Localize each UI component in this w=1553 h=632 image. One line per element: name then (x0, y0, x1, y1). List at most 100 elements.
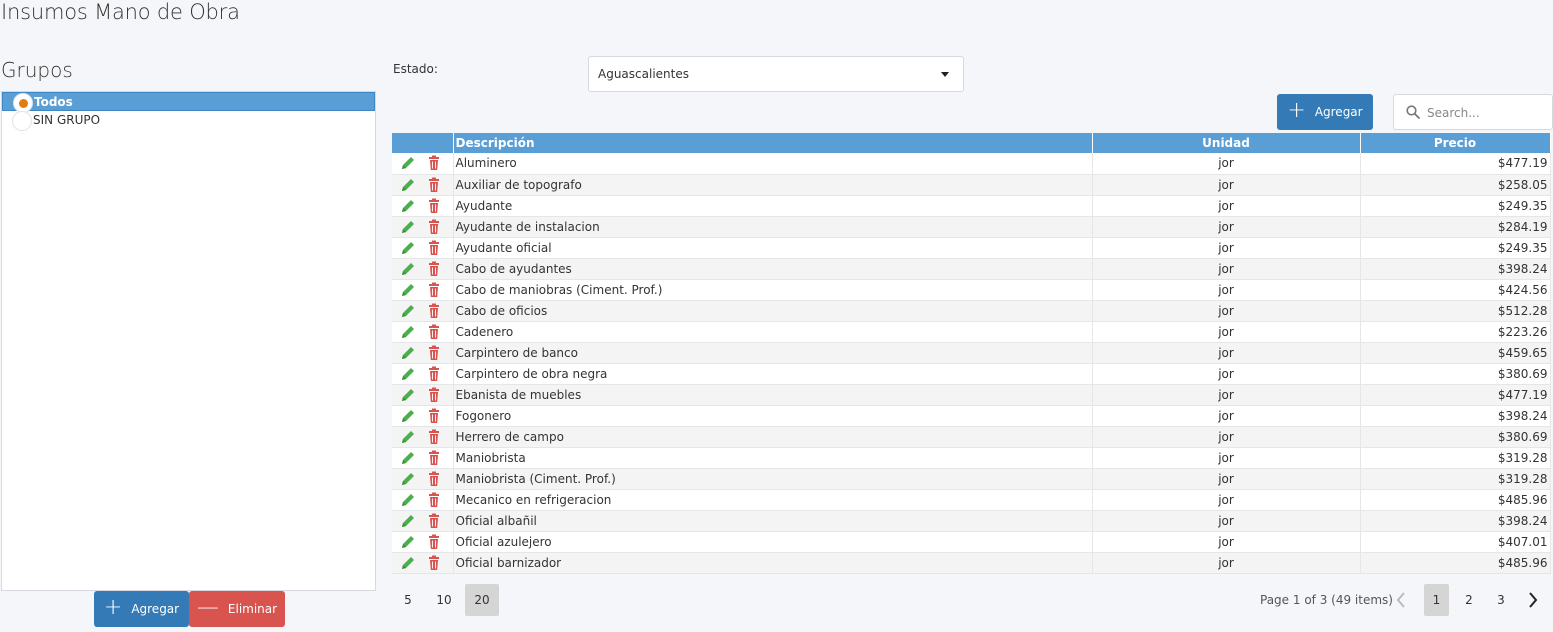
table-row[interactable]: Auxiliar de topografo jor $258.05 (392, 174, 1551, 196)
trash-icon[interactable] (426, 240, 442, 256)
table-row[interactable]: Fogonero jor $398.24 (392, 405, 1551, 427)
trash-icon[interactable] (426, 345, 442, 361)
table-row[interactable]: Ayudante oficial jor $249.35 (392, 237, 1551, 259)
pencil-icon[interactable] (400, 408, 416, 424)
table-row[interactable]: Oficial albañil jor $398.24 (392, 510, 1551, 532)
pencil-icon[interactable] (400, 366, 416, 382)
trash-icon[interactable] (426, 261, 442, 277)
trash-icon[interactable] (426, 429, 442, 445)
row-actions (392, 510, 454, 532)
next-page-button[interactable] (1521, 584, 1545, 616)
trash-icon[interactable] (426, 450, 442, 466)
trash-icon[interactable] (426, 303, 442, 319)
estado-value: Aguascalientes (598, 67, 689, 81)
unidad-cell: jor (1092, 531, 1361, 553)
search-input[interactable] (1427, 103, 1547, 123)
trash-icon[interactable] (426, 155, 442, 171)
pencil-icon[interactable] (400, 555, 416, 571)
pencil-icon[interactable] (400, 471, 416, 487)
table-row[interactable]: Carpintero de obra negra jor $380.69 (392, 363, 1551, 385)
trash-icon[interactable] (426, 219, 442, 235)
trash-icon[interactable] (426, 324, 442, 340)
add-group-button[interactable]: + Agregar (94, 591, 189, 627)
actions-column-header (392, 133, 454, 153)
unidad-cell: jor (1092, 321, 1361, 343)
search-box[interactable] (1393, 94, 1553, 130)
table-row[interactable]: Cabo de ayudantes jor $398.24 (392, 258, 1551, 280)
trash-icon[interactable] (426, 177, 442, 193)
descripcion-cell: Carpintero de banco (453, 342, 1093, 364)
trash-icon[interactable] (426, 282, 442, 298)
group-item-sin-grupo[interactable]: SIN GRUPO (2, 111, 375, 131)
page-2-button[interactable]: 2 (1457, 584, 1481, 616)
trash-icon[interactable] (426, 555, 442, 571)
table-row[interactable]: Oficial barnizador jor $485.96 (392, 552, 1551, 574)
table-row[interactable]: Maniobrista (Ciment. Prof.) jor $319.28 (392, 468, 1551, 490)
pencil-icon[interactable] (400, 492, 416, 508)
trash-icon[interactable] (426, 513, 442, 529)
add-item-button[interactable]: + Agregar (1277, 94, 1373, 130)
page-size-20[interactable]: 20 (465, 584, 499, 616)
radio-selected-icon[interactable] (13, 93, 33, 113)
table-row[interactable]: Cabo de oficios jor $512.28 (392, 300, 1551, 322)
page-1-button[interactable]: 1 (1424, 584, 1449, 616)
radio-icon[interactable] (12, 111, 32, 131)
unidad-column-header[interactable]: Unidad (1092, 133, 1361, 153)
table-row[interactable]: Ayudante jor $249.35 (392, 195, 1551, 217)
pencil-icon[interactable] (400, 324, 416, 340)
estado-select[interactable]: Aguascalientes (588, 56, 964, 92)
table-row[interactable]: Ayudante de instalacion jor $284.19 (392, 216, 1551, 238)
trash-icon[interactable] (426, 366, 442, 382)
delete-group-button[interactable]: — Eliminar (189, 591, 285, 627)
pencil-icon[interactable] (400, 240, 416, 256)
table-row[interactable]: Mecanico en refrigeracion jor $485.96 (392, 489, 1551, 511)
pencil-icon[interactable] (400, 387, 416, 403)
precio-column-header[interactable]: Precio (1360, 133, 1551, 153)
row-actions (392, 405, 454, 427)
precio-cell: $512.28 (1360, 300, 1551, 322)
descripcion-cell: Aluminero (453, 153, 1093, 175)
group-item-todos[interactable]: Todos (2, 92, 375, 113)
page-size-5[interactable]: 5 (396, 584, 420, 616)
table-row[interactable]: Herrero de campo jor $380.69 (392, 426, 1551, 448)
row-actions (392, 531, 454, 553)
pencil-icon[interactable] (400, 513, 416, 529)
trash-icon[interactable] (426, 198, 442, 214)
unidad-cell: jor (1092, 363, 1361, 385)
table-row[interactable]: Carpintero de banco jor $459.65 (392, 342, 1551, 364)
pencil-icon[interactable] (400, 198, 416, 214)
pencil-icon[interactable] (400, 177, 416, 193)
unidad-cell: jor (1092, 552, 1361, 574)
table-row[interactable]: Ebanista de muebles jor $477.19 (392, 384, 1551, 406)
pencil-icon[interactable] (400, 429, 416, 445)
prev-page-button[interactable] (1389, 584, 1413, 616)
descripcion-column-header[interactable]: Descripción (453, 133, 1093, 153)
trash-icon[interactable] (426, 387, 442, 403)
search-icon (1406, 105, 1420, 119)
trash-icon[interactable] (426, 471, 442, 487)
pencil-icon[interactable] (400, 219, 416, 235)
precio-cell: $319.28 (1360, 468, 1551, 490)
unidad-cell: jor (1092, 426, 1361, 448)
table-row[interactable]: Cadenero jor $223.26 (392, 321, 1551, 343)
table-row[interactable]: Cabo de maniobras (Ciment. Prof.) jor $424… (392, 279, 1551, 301)
pencil-icon[interactable] (400, 303, 416, 319)
pencil-icon[interactable] (400, 534, 416, 550)
trash-icon[interactable] (426, 534, 442, 550)
row-actions (392, 237, 454, 259)
pencil-icon[interactable] (400, 261, 416, 277)
precio-cell: $477.19 (1360, 153, 1551, 175)
insumos-table: Descripción Unidad Precio Aluminero jor $4… (392, 133, 1551, 574)
pencil-icon[interactable] (400, 155, 416, 171)
table-row[interactable]: Maniobrista jor $319.28 (392, 447, 1551, 469)
page-3-button[interactable]: 3 (1489, 584, 1513, 616)
unidad-cell: jor (1092, 405, 1361, 427)
page-size-10[interactable]: 10 (430, 584, 458, 616)
trash-icon[interactable] (426, 408, 442, 424)
pencil-icon[interactable] (400, 450, 416, 466)
pencil-icon[interactable] (400, 345, 416, 361)
table-row[interactable]: Aluminero jor $477.19 (392, 153, 1551, 175)
table-row[interactable]: Oficial azulejero jor $407.01 (392, 531, 1551, 553)
pencil-icon[interactable] (400, 282, 416, 298)
trash-icon[interactable] (426, 492, 442, 508)
